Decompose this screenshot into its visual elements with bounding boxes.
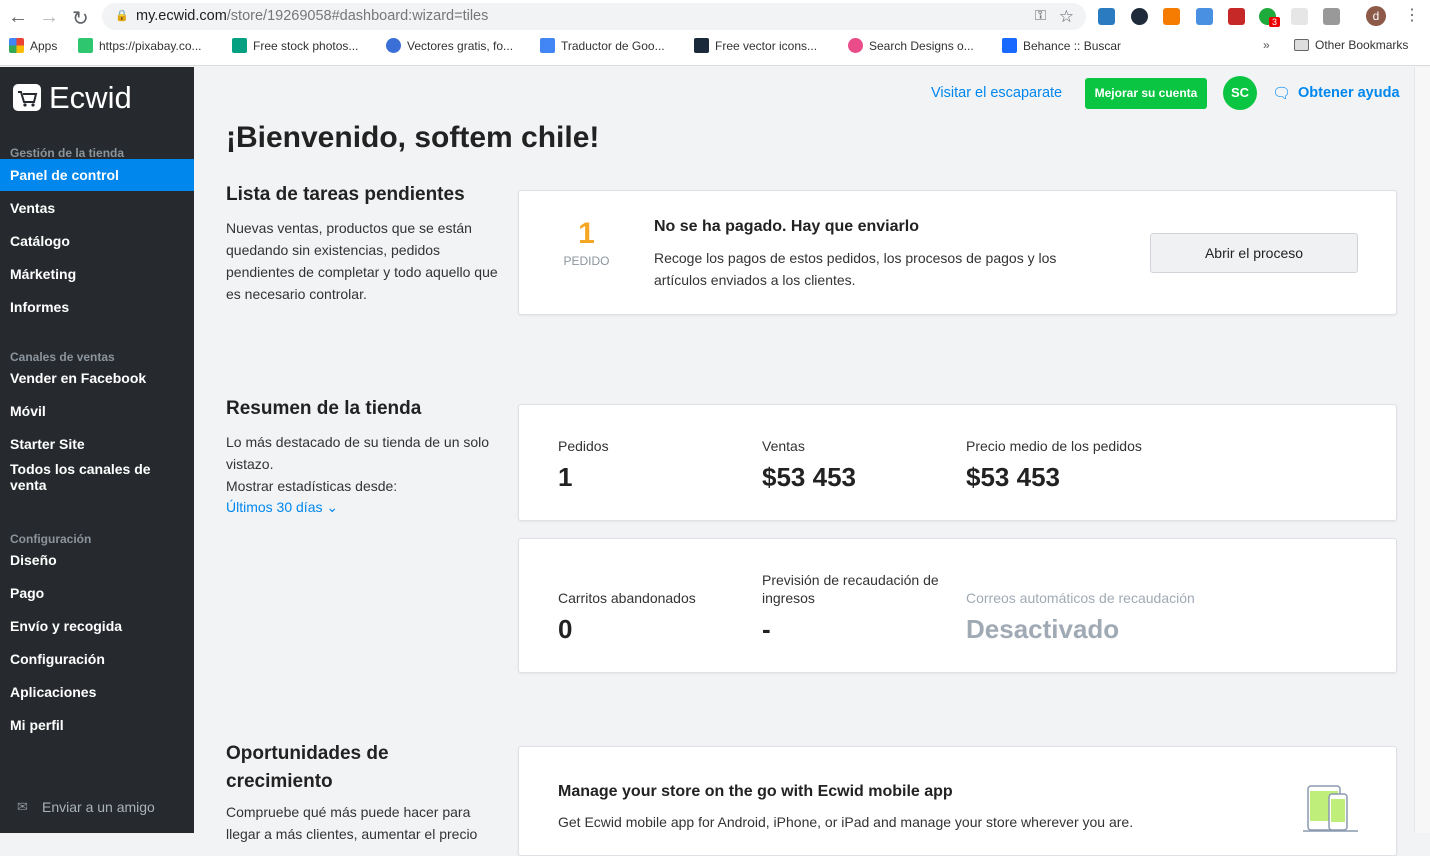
invite-friend-link[interactable]: Enviar a un amigo [42, 799, 155, 815]
star-icon[interactable]: ☆ [1059, 3, 1074, 30]
task-card: 1 PEDIDO No se ha pagado. Hay que enviar… [518, 190, 1397, 315]
sidebar-item[interactable]: Márketing [0, 258, 194, 290]
period-dropdown[interactable]: Últimos 30 días ⌄ [226, 499, 338, 516]
extension-icon[interactable] [1291, 8, 1308, 25]
sidebar: Ecwid Gestión de la tienda Panel de contr… [0, 67, 194, 833]
mail-icon: ✉ [17, 799, 28, 814]
bookmark[interactable]: Vectores gratis, fo... [386, 38, 513, 53]
stats-since-label: Mostrar estadísticas desde: [226, 478, 398, 494]
extension-icon[interactable] [1131, 8, 1148, 25]
logo[interactable]: Ecwid [49, 80, 132, 116]
extension-icon[interactable] [1323, 8, 1340, 25]
section-title: Oportunidades de crecimiento [226, 743, 389, 792]
task-count: 1 [578, 217, 595, 250]
sidebar-item[interactable]: Mi perfil [0, 709, 194, 741]
sidebar-section-title: Gestión de la tienda [10, 146, 125, 160]
bookmark[interactable]: Behance :: Buscar [1002, 38, 1121, 53]
sidebar-item[interactable]: Diseño [0, 544, 194, 576]
browser-chrome: ← → ↻ 🔒 my.ecwid.com/store/19269058#dash… [0, 0, 1430, 66]
bookmark[interactable]: Traductor de Goo... [540, 38, 665, 53]
back-icon[interactable]: ← [8, 6, 28, 29]
lock-icon: 🔒 [115, 10, 129, 22]
other-bookmarks[interactable]: Other Bookmarks [1294, 38, 1408, 52]
chevron-down-icon: ⌄ [326, 499, 339, 515]
address-bar[interactable]: 🔒 my.ecwid.com/store/19269058#dashboard:… [102, 3, 1086, 30]
sidebar-item[interactable]: Envío y recogida [0, 610, 194, 642]
chat-icon: 🗨 [1272, 85, 1292, 102]
extension-icon[interactable] [1163, 8, 1180, 25]
card-text: Get Ecwid mobile app for Android, iPhone… [558, 814, 1134, 830]
more-bookmarks-button[interactable]: » [1263, 38, 1270, 52]
upgrade-button[interactable]: Mejorar su cuenta [1085, 78, 1207, 109]
sidebar-item[interactable]: Catálogo [0, 225, 194, 257]
card-title: Manage your store on the go with Ecwid m… [558, 783, 953, 800]
section-title: Lista de tareas pendientes [226, 184, 465, 205]
stat-label: Pedidos [558, 438, 609, 454]
forward-icon[interactable]: → [39, 6, 59, 29]
stat-value: 1 [558, 462, 573, 492]
cart-logo-icon [13, 84, 41, 111]
extension-badge: 3 [1269, 17, 1281, 27]
key-icon[interactable]: ⚿ [1035, 3, 1046, 30]
stat-value: - [762, 614, 771, 644]
page-title: ¡Bienvenido, softem chile! [226, 121, 600, 154]
sidebar-item[interactable]: Configuración [0, 643, 194, 675]
bookmark[interactable]: Apps [9, 38, 57, 53]
menu-icon[interactable]: ⋮ [1404, 5, 1420, 25]
sidebar-item[interactable]: Starter Site [0, 428, 194, 460]
bookmark[interactable]: Free stock photos... [232, 38, 358, 53]
extension-icon[interactable] [1196, 8, 1213, 25]
task-text: Recoge los pagos de estos pedidos, los p… [654, 250, 1057, 288]
bookmark[interactable]: Search Designs o... [848, 38, 974, 53]
sidebar-item[interactable]: Panel de control [0, 159, 194, 191]
bookmarks-bar: Apps https://pixabay.co... Free stock ph… [0, 38, 1430, 58]
stat-label: Carritos abandonados [558, 590, 696, 606]
recovery-card: Carritos abandonados 0 Previsión de reca… [518, 538, 1397, 673]
section-description: Compruebe qué más puede hacer para llega… [226, 804, 478, 842]
scrollbar[interactable] [1414, 67, 1430, 833]
section-description: Lo más destacado de su tienda de un solo… [226, 434, 490, 472]
stat-label: Precio medio de los pedidos [966, 438, 1142, 454]
stats-card: Pedidos 1 Ventas $53 453 Precio medio de… [518, 404, 1397, 521]
open-process-button[interactable]: Abrir el proceso [1150, 233, 1358, 273]
apps-icon [9, 38, 24, 53]
auto-emails-link[interactable]: Correos automáticos de recaudación [966, 590, 1195, 606]
profile-avatar[interactable]: d [1366, 6, 1386, 26]
mobile-app-card[interactable]: Manage your store on the go with Ecwid m… [518, 746, 1397, 856]
task-count-label: PEDIDO [563, 254, 610, 268]
user-avatar[interactable]: SC [1223, 76, 1257, 110]
bookmark[interactable]: Free vector icons... [694, 38, 817, 53]
sidebar-item[interactable]: Móvil [0, 395, 194, 427]
stat-value: Desactivado [966, 614, 1120, 644]
section-description: Nuevas ventas, productos que se están qu… [226, 220, 498, 302]
bookmark[interactable]: https://pixabay.co... [78, 38, 202, 53]
extension-icon[interactable] [1098, 8, 1115, 25]
section-title: Resumen de la tienda [226, 398, 422, 419]
sidebar-item[interactable]: Pago [0, 577, 194, 609]
visit-storefront-link[interactable]: Visitar el escaparate [931, 85, 1062, 101]
stat-value: 0 [558, 614, 573, 644]
devices-icon [1303, 785, 1358, 832]
folder-icon [1294, 39, 1309, 51]
task-heading: No se ha pagado. Hay que enviarlo [654, 218, 919, 235]
sidebar-item[interactable]: Informes [0, 291, 194, 323]
stat-label: Previsión de recaudación de ingresos [762, 572, 939, 606]
sidebar-item[interactable]: Todos los canales de venta [0, 461, 160, 493]
sidebar-item[interactable]: Aplicaciones [0, 676, 194, 708]
sidebar-item[interactable]: Vender en Facebook [0, 362, 194, 394]
reload-icon[interactable]: ↻ [72, 6, 89, 31]
stat-value: $53 453 [966, 462, 1060, 492]
stat-label: Ventas [762, 438, 805, 454]
extension-icon[interactable] [1228, 8, 1245, 25]
stat-value: $53 453 [762, 462, 856, 492]
help-link[interactable]: Obtener ayuda [1298, 85, 1400, 101]
sidebar-item[interactable]: Ventas [0, 192, 194, 224]
